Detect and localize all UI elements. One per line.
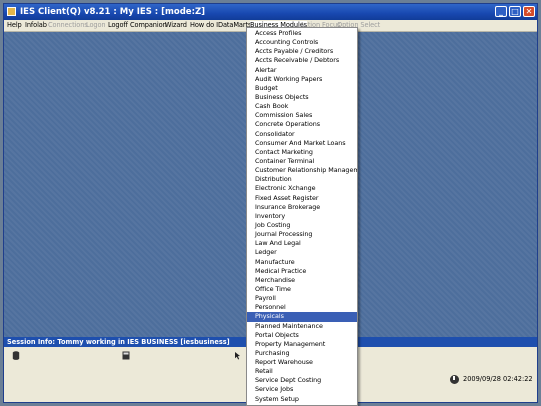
dropdown-item-payroll[interactable]: Payroll xyxy=(247,294,357,303)
dropdown-item-journal-processing[interactable]: Journal Processing xyxy=(247,230,357,239)
dropdown-item-system-setup[interactable]: System Setup xyxy=(247,395,357,404)
dropdown-item-budget[interactable]: Budget xyxy=(247,84,357,93)
session-info-text: Session Info: Tommy working in IES BUSIN… xyxy=(7,338,230,346)
dropdown-item-portal-objects[interactable]: Portal Objects xyxy=(247,331,357,340)
dropdown-item-ledger[interactable]: Ledger xyxy=(247,248,357,257)
dropdown-item-alertar[interactable]: Alertar xyxy=(247,66,357,75)
title-bar[interactable]: IES Client(Q) v8.21 : My IES : [mode:Z] … xyxy=(4,4,537,20)
dropdown-item-office-time[interactable]: Office Time xyxy=(247,285,357,294)
dropdown-item-business-objects[interactable]: Business Objects xyxy=(247,93,357,102)
dropdown-item-merchandise[interactable]: Merchandise xyxy=(247,276,357,285)
menu-companion[interactable]: Companion xyxy=(130,21,167,30)
app-icon xyxy=(7,7,16,16)
minimize-button[interactable]: _ xyxy=(495,6,507,17)
status-time: 02:42:22 xyxy=(503,375,533,383)
dropdown-item-fixed-asset-register[interactable]: Fixed Asset Register xyxy=(247,194,357,203)
dropdown-item-service-jobs[interactable]: Service Jobs xyxy=(247,385,357,394)
dropdown-item-personnel[interactable]: Personnel xyxy=(247,303,357,312)
menu-wizard[interactable]: Wizard xyxy=(165,21,187,30)
dropdown-item-commission-sales[interactable]: Commission Sales xyxy=(247,111,357,120)
dropdown-item-audit-working-papers[interactable]: Audit Working Papers xyxy=(247,75,357,84)
dropdown-item-report-warehouse[interactable]: Report Warehouse xyxy=(247,358,357,367)
business-modules-dropdown: Access Profiles Accounting Controls Accts … xyxy=(246,27,358,406)
status-date: 2009/09/28 xyxy=(463,375,502,383)
dropdown-item-property-management[interactable]: Property Management xyxy=(247,340,357,349)
calculator-icon[interactable] xyxy=(122,351,130,360)
menu-logoff[interactable]: Logoff xyxy=(108,21,128,30)
menu-how-do-i[interactable]: How do I xyxy=(190,21,218,30)
dropdown-item-accts-payable-creditors[interactable]: Accts Payable / Creditors xyxy=(247,47,357,56)
dropdown-item-accounting-controls[interactable]: Accounting Controls xyxy=(247,38,357,47)
dropdown-item-law-and-legal[interactable]: Law And Legal xyxy=(247,239,357,248)
dropdown-item-inventory[interactable]: Inventory xyxy=(247,212,357,221)
dropdown-item-concrete-operations[interactable]: Concrete Operations xyxy=(247,120,357,129)
dropdown-item-accts-receivable-debtors[interactable]: Accts Receivable / Debtors xyxy=(247,56,357,65)
dropdown-item-consolidator[interactable]: Consolidator xyxy=(247,130,357,139)
menu-connections: Connections xyxy=(48,21,88,29)
dropdown-item-service-dept-costing[interactable]: Service Dept Costing xyxy=(247,376,357,385)
maximize-button[interactable]: □ xyxy=(509,6,521,17)
dropdown-item-purchasing[interactable]: Purchasing xyxy=(247,349,357,358)
dropdown-item-planned-maintenance[interactable]: Planned Maintenance xyxy=(247,322,357,331)
window-title: IES Client(Q) v8.21 : My IES : [mode:Z] xyxy=(20,7,206,17)
dropdown-item-customer-relationship-management[interactable]: Customer Relationship Management xyxy=(247,166,357,175)
dropdown-item-electronic-xchange[interactable]: Electronic Xchange xyxy=(247,184,357,193)
dropdown-item-consumer-and-market-loans[interactable]: Consumer And Market Loans xyxy=(247,139,357,148)
dropdown-item-access-profiles[interactable]: Access Profiles xyxy=(247,29,357,38)
clock-icon xyxy=(450,375,459,384)
dropdown-item-job-costing[interactable]: Job Costing xyxy=(247,221,357,230)
dropdown-item-container-terminal[interactable]: Container Terminal xyxy=(247,157,357,166)
dropdown-item-distribution[interactable]: Distribution xyxy=(247,175,357,184)
database-icon[interactable] xyxy=(12,351,20,360)
dropdown-item-medical-practice[interactable]: Medical Practice xyxy=(247,267,357,276)
menu-infolab[interactable]: Infolab xyxy=(25,21,47,30)
close-button[interactable]: ✕ xyxy=(523,6,535,17)
dropdown-item-insurance-brokerage[interactable]: Insurance Brokerage xyxy=(247,203,357,212)
dropdown-item-physicals[interactable]: Physicals xyxy=(247,312,357,322)
menu-logon: Logon xyxy=(86,21,106,29)
dropdown-item-contact-marketing[interactable]: Contact Marketing xyxy=(247,148,357,157)
dropdown-item-manufacture[interactable]: Manufacture xyxy=(247,258,357,267)
menu-help[interactable]: Help xyxy=(7,21,22,30)
dropdown-item-cash-book[interactable]: Cash Book xyxy=(247,102,357,111)
pointer-icon[interactable] xyxy=(234,351,242,360)
dropdown-item-retail[interactable]: Retail xyxy=(247,367,357,376)
